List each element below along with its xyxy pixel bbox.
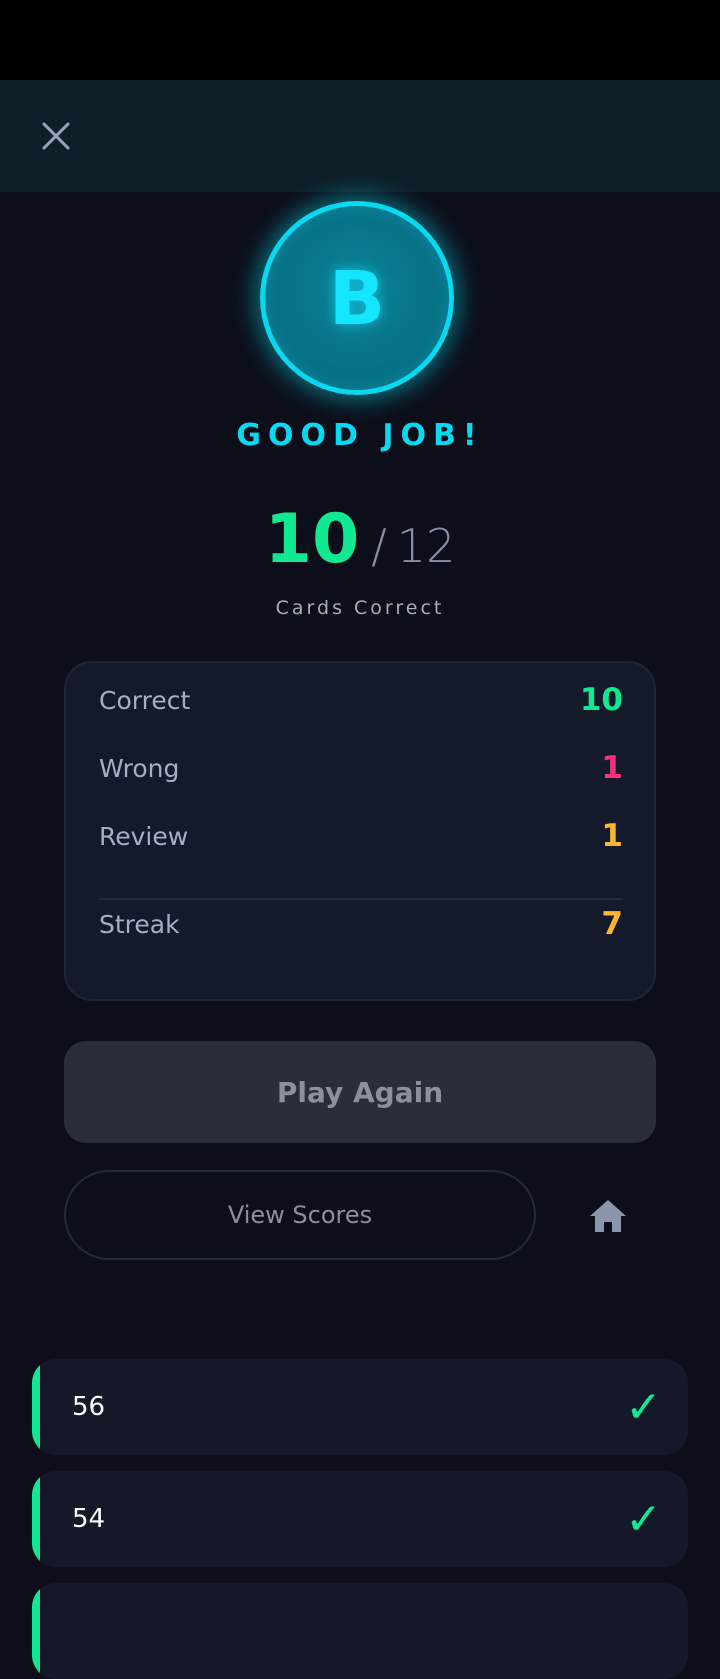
score-summary: 10 / 12 — [0, 500, 720, 580]
check-icon: ✓ — [625, 1493, 662, 1545]
view-scores-button[interactable]: View Scores — [64, 1170, 536, 1260]
stat-value: 7 — [601, 906, 623, 942]
answer-item — [32, 1583, 688, 1679]
answer-item: 54 ✓ — [32, 1471, 688, 1567]
stat-value: 10 — [579, 682, 623, 718]
stat-divider — [99, 898, 623, 900]
score-caption: Cards Correct — [275, 597, 445, 619]
answer-status-bar — [32, 1471, 40, 1567]
home-icon — [590, 1200, 626, 1232]
check-icon: ✓ — [625, 1381, 662, 1433]
grade-letter: B — [328, 256, 386, 342]
stat-row-correct: Correct 10 — [99, 680, 623, 720]
grade-badge: B — [260, 201, 454, 395]
score-total: 12 — [396, 519, 456, 573]
stat-label: Streak — [99, 909, 180, 939]
stats-card: Correct 10 Wrong 1 Review 1 Streak 7 — [64, 661, 656, 1001]
stat-row-wrong: Wrong 1 — [99, 748, 623, 788]
home-button[interactable] — [580, 1188, 636, 1244]
status-bar — [0, 0, 720, 80]
answer-status-bar — [32, 1583, 40, 1679]
answer-status-bar — [32, 1359, 40, 1455]
stat-label: Review — [99, 821, 189, 851]
answer-text: 54 — [72, 1504, 106, 1534]
close-button[interactable] — [34, 114, 78, 158]
close-icon — [42, 122, 70, 150]
top-bar — [0, 80, 720, 192]
stat-row-streak: Streak 7 — [99, 904, 623, 944]
stat-label: Correct — [99, 685, 191, 715]
answer-item: 56 ✓ — [32, 1359, 688, 1455]
play-again-button[interactable]: Play Again — [64, 1041, 656, 1143]
stat-value: 1 — [601, 818, 623, 854]
stat-value: 1 — [601, 750, 623, 786]
score-correct: 10 — [264, 500, 360, 579]
score-separator: / — [371, 519, 387, 573]
grade-message: GOOD JOB! — [236, 418, 484, 453]
stat-row-review: Review 1 — [99, 816, 623, 856]
stat-label: Wrong — [99, 753, 180, 783]
answer-text: 56 — [72, 1392, 106, 1422]
